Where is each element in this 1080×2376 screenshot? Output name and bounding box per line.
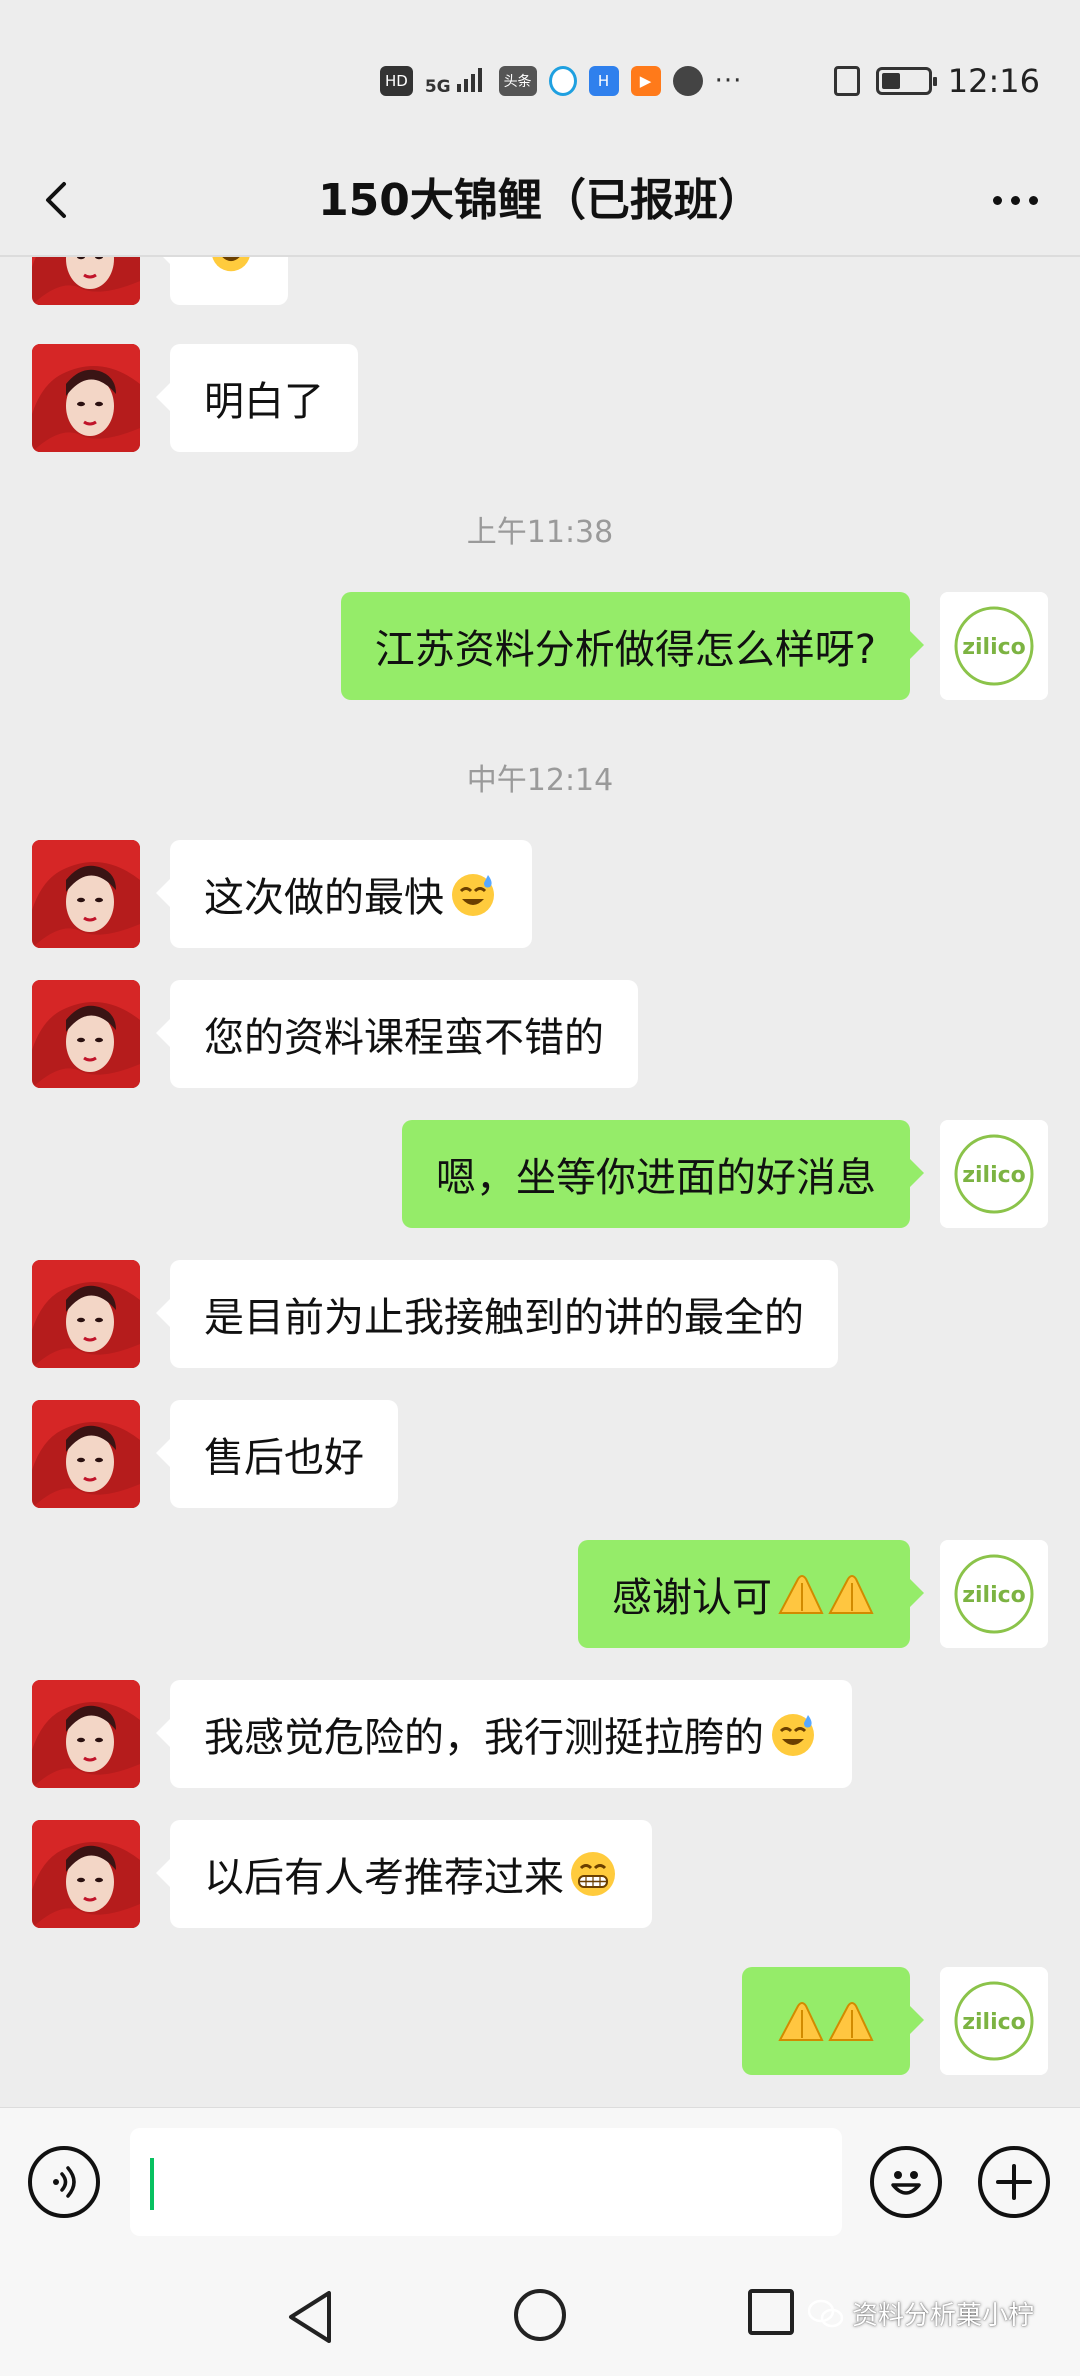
more-dots-icon — [992, 195, 1002, 205]
my-avatar[interactable] — [940, 1120, 1048, 1228]
emoji-button[interactable] — [870, 2146, 942, 2218]
message-text: 我感觉危险的，我行测挺拉胯的 — [204, 1715, 764, 1761]
message-text: 您的资料课程蛮不错的 — [204, 1015, 604, 1061]
sweat-smile-emoji-icon — [208, 257, 254, 276]
message-bubble-incoming[interactable]: 明白了 — [156, 344, 358, 452]
watermark-text: 资料分析菓小柠 — [852, 2301, 1035, 2331]
more-notifications-icon: ··· — [714, 66, 743, 96]
message-bubble-incoming[interactable]: 您的资料课程蛮不错的 — [156, 980, 638, 1088]
status-bar: HD 5G 头条 H ▶ ··· 12:16 — [0, 0, 1080, 150]
watermark: 资料分析菓小柠 — [808, 2295, 1034, 2332]
signal-5g-icon: 5G — [424, 67, 487, 97]
message-bubble-incoming[interactable] — [156, 257, 288, 305]
notes-app-icon: H — [588, 66, 619, 96]
clock: 12:16 — [947, 62, 1040, 100]
more-dots-icon — [1010, 195, 1020, 205]
text-caret — [150, 2158, 154, 2210]
more-dots-icon — [1028, 195, 1038, 205]
contact-avatar[interactable] — [32, 1400, 140, 1508]
message-bubble-outgoing[interactable] — [742, 1967, 924, 2075]
toutiao-app-icon: 头条 — [498, 66, 537, 96]
message-bubble-incoming[interactable]: 售后也好 — [156, 1400, 398, 1508]
message-input[interactable] — [130, 2128, 842, 2236]
my-avatar[interactable] — [940, 1540, 1048, 1648]
my-avatar[interactable] — [940, 1967, 1048, 2075]
contact-avatar[interactable] — [32, 344, 140, 452]
sweat-smile-emoji-icon — [448, 869, 498, 919]
my-avatar[interactable] — [940, 592, 1048, 700]
message-list[interactable]: 明白了 上午11:38 江苏资料分析做得怎么样呀? 中午12:14 这次做的最快… — [0, 257, 1080, 2107]
message-text: 感谢认可 — [612, 1575, 772, 1621]
signal-bars-icon — [456, 67, 482, 92]
message-text: 嗯，坐等你进面的好消息 — [436, 1155, 876, 1201]
message-bubble-incoming[interactable]: 是目前为止我接触到的讲的最全的 — [156, 1260, 838, 1368]
chat-title: 150大锦鲤（已报班） — [318, 175, 762, 226]
vibrate-icon — [833, 66, 860, 96]
message-bubble-incoming[interactable]: 我感觉危险的，我行测挺拉胯的 — [156, 1680, 852, 1788]
sweat-smile-emoji-icon — [768, 1709, 818, 1759]
message-text: 这次做的最快 — [204, 875, 444, 921]
contact-avatar[interactable] — [32, 1820, 140, 1928]
contact-avatar[interactable] — [32, 840, 140, 948]
message-text: 以后有人考推荐过来 — [204, 1855, 564, 1901]
smiley-icon — [891, 2171, 921, 2195]
status-icons: HD 5G 头条 H ▶ ··· — [380, 58, 742, 104]
battery-level — [881, 73, 900, 89]
browser-app-icon — [548, 66, 577, 96]
contact-avatar[interactable] — [32, 257, 140, 305]
message-text: 售后也好 — [204, 1435, 364, 1481]
wechat-icon — [808, 2299, 844, 2327]
timestamp: 上午11:38 — [466, 515, 614, 550]
system-nav-bar: 资料分析菓小柠 — [0, 2257, 1080, 2376]
plus-button[interactable] — [978, 2146, 1050, 2218]
message-bubble-outgoing[interactable]: 嗯，坐等你进面的好消息 — [402, 1120, 924, 1228]
message-bubble-outgoing[interactable]: 江苏资料分析做得怎么样呀? — [340, 592, 925, 700]
zilico-logo-icon — [940, 1120, 1048, 1228]
grin-emoji-icon — [568, 1849, 618, 1899]
zilico-logo-icon — [940, 1540, 1048, 1648]
contact-avatar[interactable] — [32, 980, 140, 1088]
plus-icon — [996, 2164, 1032, 2200]
contact-avatar[interactable] — [32, 1680, 140, 1788]
status-right: 12:16 — [833, 58, 1040, 104]
chat-header: 150大锦鲤（已报班） — [0, 150, 1080, 255]
message-bubble-outgoing[interactable]: 感谢认可 — [578, 1540, 924, 1648]
circle-home-icon[interactable] — [514, 2289, 566, 2341]
square-recent-icon[interactable] — [748, 2289, 794, 2335]
timestamp: 中午12:14 — [466, 763, 614, 798]
signal-label: 5G — [424, 76, 451, 97]
message-text: 江苏资料分析做得怎么样呀? — [374, 627, 876, 673]
voice-button[interactable] — [28, 2146, 100, 2218]
message-text: 是目前为止我接触到的讲的最全的 — [204, 1295, 804, 1341]
voice-icon — [53, 2166, 76, 2198]
video-app-icon: ▶ — [630, 66, 661, 96]
zilico-logo-icon — [940, 592, 1048, 700]
ball-app-icon — [672, 66, 703, 96]
praying-hands-emoji-icon — [776, 1569, 876, 1619]
message-bubble-incoming[interactable]: 这次做的最快 — [156, 840, 532, 948]
composer — [0, 2107, 1080, 2258]
hd-indicator: HD — [380, 66, 413, 96]
message-text: 明白了 — [204, 379, 324, 425]
contact-avatar[interactable] — [32, 1260, 140, 1368]
message-bubble-incoming[interactable]: 以后有人考推荐过来 — [156, 1820, 652, 1928]
battery-icon — [875, 67, 937, 95]
more-button[interactable] — [980, 170, 1050, 230]
triangle-back-icon[interactable] — [285, 2287, 335, 2347]
zilico-logo-icon — [940, 1967, 1048, 2075]
praying-hands-emoji-icon — [776, 1996, 876, 2046]
